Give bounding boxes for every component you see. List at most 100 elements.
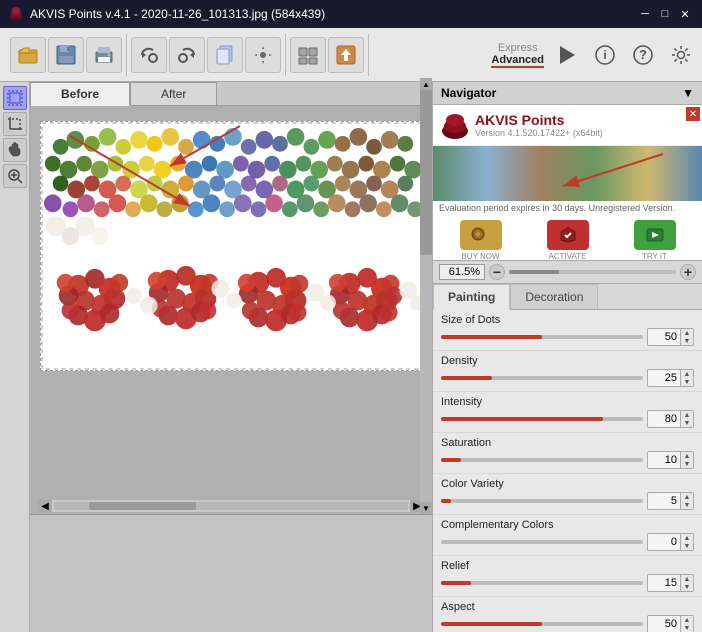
- spinner-up-button[interactable]: ▲: [681, 493, 693, 501]
- mode-selector: Express Advanced: [491, 42, 544, 68]
- maximize-button[interactable]: □: [656, 6, 674, 22]
- param-value-input[interactable]: [648, 576, 680, 590]
- param-slider[interactable]: [441, 540, 643, 544]
- param-slider[interactable]: [441, 499, 643, 503]
- zoom-bar: 61.5% − +: [433, 260, 702, 284]
- param-value-input[interactable]: [648, 617, 680, 631]
- spinner-up-button[interactable]: ▲: [681, 411, 693, 419]
- param-slider-fill: [441, 581, 471, 585]
- spinner-up-button[interactable]: ▲: [681, 329, 693, 337]
- svg-text:i: i: [603, 48, 606, 62]
- param-slider[interactable]: [441, 335, 643, 339]
- param-value-box: ▲ ▼: [647, 369, 694, 387]
- spinner-down-button[interactable]: ▼: [681, 583, 693, 591]
- select-tool[interactable]: [3, 86, 27, 110]
- param-spinner: ▲ ▼: [680, 411, 693, 427]
- gear-button[interactable]: [666, 40, 696, 70]
- param-spinner: ▲ ▼: [680, 534, 693, 550]
- param-label: Intensity: [441, 396, 694, 408]
- help-button[interactable]: ?: [628, 40, 658, 70]
- param-row-color-variety: Color Variety ▲ ▼: [433, 474, 702, 515]
- zoom-minus-button[interactable]: −: [489, 264, 505, 280]
- spinner-down-button[interactable]: ▼: [681, 624, 693, 632]
- v-scrollbar[interactable]: ▲ ▼: [420, 78, 432, 514]
- canvas-viewport: ◀ ▶: [30, 106, 432, 632]
- painting-tab[interactable]: Painting: [433, 284, 510, 310]
- before-tab[interactable]: Before: [30, 82, 130, 106]
- param-label: Size of Dots: [441, 314, 694, 326]
- try-it-button[interactable]: TRY IT: [634, 220, 676, 260]
- param-value-input[interactable]: [648, 494, 680, 508]
- spinner-up-button[interactable]: ▲: [681, 534, 693, 542]
- param-spinner: ▲ ▼: [680, 370, 693, 386]
- hand-tool[interactable]: [3, 138, 27, 162]
- h-scrollbar[interactable]: ◀ ▶: [38, 500, 424, 512]
- spinner-up-button[interactable]: ▲: [681, 616, 693, 624]
- play-button[interactable]: [552, 40, 582, 70]
- param-value-input[interactable]: [648, 371, 680, 385]
- zoom-tool[interactable]: [3, 164, 27, 188]
- param-value-box: ▲ ▼: [647, 451, 694, 469]
- spinner-down-button[interactable]: ▼: [681, 337, 693, 345]
- spinner-up-button[interactable]: ▲: [681, 370, 693, 378]
- bottom-panel: [30, 514, 432, 632]
- spinner-down-button[interactable]: ▼: [681, 460, 693, 468]
- param-slider[interactable]: [441, 417, 643, 421]
- spinner-down-button[interactable]: ▼: [681, 419, 693, 427]
- copy-button[interactable]: [207, 37, 243, 73]
- settings-button[interactable]: [245, 37, 281, 73]
- print-button[interactable]: [86, 37, 122, 73]
- info-button[interactable]: i: [590, 40, 620, 70]
- spinner-down-button[interactable]: ▼: [681, 501, 693, 509]
- spinner-down-button[interactable]: ▼: [681, 378, 693, 386]
- zoom-value[interactable]: 61.5%: [439, 264, 485, 280]
- crop-tool[interactable]: [3, 112, 27, 136]
- buy-now-button[interactable]: BUY NOW: [460, 220, 502, 260]
- open-button[interactable]: [10, 37, 46, 73]
- param-row-saturation: Saturation ▲ ▼: [433, 433, 702, 474]
- param-spinner: ▲ ▼: [680, 616, 693, 632]
- filter-tools: [286, 34, 369, 76]
- main-area: Before After: [0, 82, 702, 632]
- nav-ad-close-button[interactable]: ✕: [686, 107, 700, 121]
- after-tab[interactable]: After: [130, 82, 217, 105]
- nav-ad-version: Version 4.1.520.17422+ (x64bit): [475, 128, 603, 138]
- zoom-plus-button[interactable]: +: [680, 264, 696, 280]
- param-value-input[interactable]: [648, 412, 680, 426]
- export-button[interactable]: [328, 37, 364, 73]
- param-row-aspect: Aspect ▲ ▼: [433, 597, 702, 632]
- param-slider[interactable]: [441, 581, 643, 585]
- param-slider-fill: [441, 335, 542, 339]
- navigator-chevron[interactable]: ▼: [682, 86, 694, 100]
- param-slider[interactable]: [441, 622, 643, 626]
- close-button[interactable]: ✕: [676, 6, 694, 22]
- zoom-slider-track[interactable]: [509, 270, 676, 274]
- param-value-input[interactable]: [648, 453, 680, 467]
- param-spinner: ▲ ▼: [680, 493, 693, 509]
- spinner-up-button[interactable]: ▲: [681, 575, 693, 583]
- edit-tools: [127, 34, 286, 76]
- param-value-box: ▲ ▼: [647, 533, 694, 551]
- main-toolbar: Express Advanced i ?: [0, 28, 702, 82]
- minimize-button[interactable]: ─: [636, 6, 654, 22]
- window-title: AKVIS Points v.4.1 - 2020-11-26_101313.j…: [30, 7, 636, 21]
- undo-button[interactable]: [131, 37, 167, 73]
- navigator-title: Navigator: [441, 86, 496, 100]
- param-value-box: ▲ ▼: [647, 615, 694, 632]
- batch-button[interactable]: [290, 37, 326, 73]
- param-value-input[interactable]: [648, 330, 680, 344]
- spinner-up-button[interactable]: ▲: [681, 452, 693, 460]
- panel-content: Size of Dots ▲ ▼ Density ▲: [433, 310, 702, 632]
- param-slider[interactable]: [441, 376, 643, 380]
- nav-preview-image: [433, 146, 702, 201]
- param-slider[interactable]: [441, 458, 643, 462]
- param-row-density: Density ▲ ▼: [433, 351, 702, 392]
- decoration-tab[interactable]: Decoration: [510, 284, 598, 309]
- save-button[interactable]: [48, 37, 84, 73]
- param-value-input[interactable]: [648, 535, 680, 549]
- redo-button[interactable]: [169, 37, 205, 73]
- advanced-label[interactable]: Advanced: [491, 54, 544, 68]
- express-label[interactable]: Express: [498, 42, 538, 54]
- activate-button[interactable]: ACTIVATE: [547, 220, 589, 260]
- spinner-down-button[interactable]: ▼: [681, 542, 693, 550]
